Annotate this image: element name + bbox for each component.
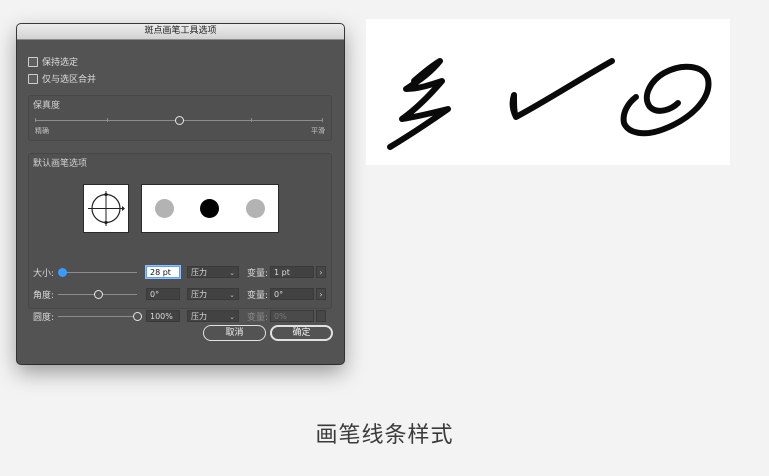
keep-selected-label: 保持选定 [42,58,79,68]
row-label: 圆度: [33,313,55,323]
merge-selection-checkbox[interactable]: 仅与选区合并 [28,72,96,85]
ok-button[interactable]: 确定 [270,325,333,341]
row-variation-label: 变量: [247,313,269,323]
merge-selection-label: 仅与选区合并 [42,75,97,85]
chevron-down-icon: ⌄ [229,269,235,277]
chevron-down-icon: ⌄ [229,313,235,321]
preview-dot-main [200,199,219,218]
chevron-right-icon[interactable]: › [316,288,326,300]
cancel-button[interactable]: 取消 [203,325,266,341]
row-mode-label: 压力 [191,312,207,321]
fidelity-min-label: 精确 [35,127,49,135]
row-slider-knob[interactable] [93,290,103,299]
row-value-field[interactable]: 28 pt [146,266,180,278]
row-mode-dropdown[interactable]: 压力 ⌄ [187,266,239,278]
row-slider-knob[interactable] [57,268,67,277]
brush-stroke-samples [366,19,730,165]
checkbox-box[interactable] [28,73,38,84]
row-mode-label: 压力 [191,268,207,277]
row-mode-dropdown[interactable]: 压力 ⌄ [187,288,239,300]
preview-dot-small-left [155,199,174,218]
row-value-field[interactable]: 0° [146,288,180,300]
row-label: 角度: [33,291,55,301]
chevron-down-icon: ⌄ [229,291,235,299]
row-variation-field[interactable]: 1 pt [270,266,314,278]
fidelity-max-label: 平滑 [311,127,325,135]
brush-options-group: 默认画笔选项 大小: 28 pt 压力 ⌄ 变量: 1 pt › 角度: 0° 压力 ⌄ 变量: 0° ›… [28,153,332,323]
fidelity-slider-knob[interactable] [175,116,184,125]
row-label: 大小: [33,269,55,279]
brush-options-label: 默认画笔选项 [33,159,88,169]
chevron-right-icon[interactable]: › [316,266,326,278]
blob-brush-options-dialog: 斑点画笔工具选项 保持选定 仅与选区合并 保真度 精确 平滑 默认画笔选项 大小… [17,24,344,364]
row-variation-label: 变量: [247,269,269,279]
fidelity-group: 保真度 精确 平滑 [28,95,332,141]
fidelity-tick [251,118,252,122]
checkbox-box[interactable] [28,56,38,67]
row-variation-field: 0% [270,310,314,322]
fidelity-tick [35,118,36,122]
stroke-samples-illustration [387,58,712,150]
preview-dot-small-right [246,199,265,218]
row-slider-track[interactable] [58,272,137,273]
row-slider-track[interactable] [58,316,137,317]
row-value-field[interactable]: 100% [146,310,180,322]
row-variation-field[interactable]: 0° [270,288,314,300]
fidelity-tick [107,118,108,122]
brush-size-preview [141,184,279,233]
row-slider-knob[interactable] [133,312,142,321]
chevron-right-icon [316,310,326,322]
keep-selected-checkbox[interactable]: 保持选定 [28,55,78,68]
brush-angle-icon [88,191,125,226]
dialog-title: 斑点画笔工具选项 [17,24,344,40]
row-mode-label: 压力 [191,290,207,299]
row-mode-dropdown[interactable]: 压力 ⌄ [187,310,239,322]
fidelity-label: 保真度 [33,101,61,111]
row-variation-label: 变量: [247,291,269,301]
brush-shape-preview[interactable] [83,184,129,233]
fidelity-tick [322,118,323,122]
caption-text: 画笔线条样式 [315,423,454,448]
